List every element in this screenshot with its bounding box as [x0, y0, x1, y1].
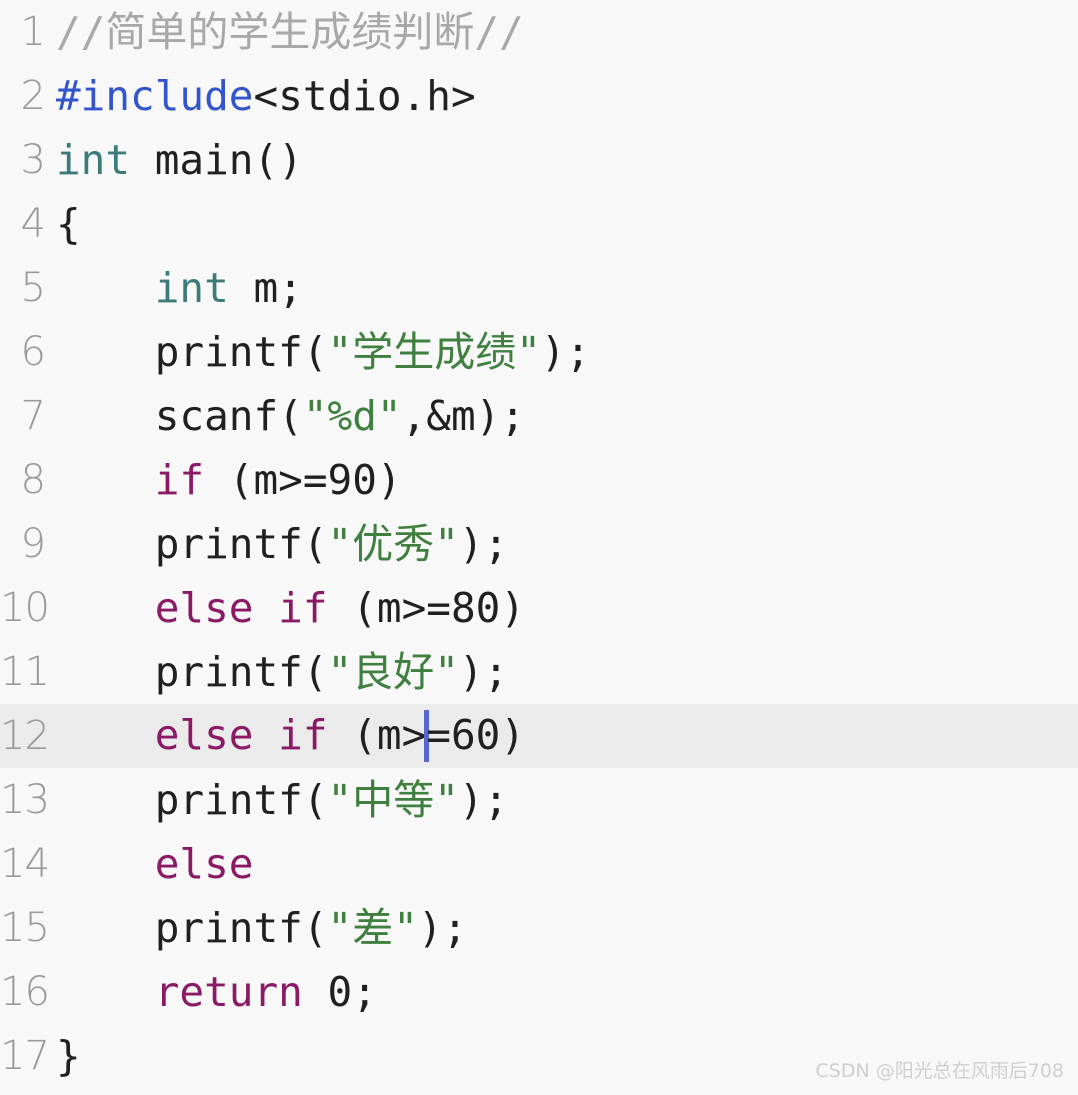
- line-number: 4: [20, 201, 46, 247]
- token-str: "差": [327, 903, 418, 952]
- token-comment: //简单的学生成绩判断//: [56, 7, 524, 56]
- token-str: "学生成绩": [327, 327, 541, 376]
- line-number: 17: [0, 1033, 50, 1079]
- token-plain: printf(: [56, 775, 328, 824]
- code-line-list: 1//简单的学生成绩判断//2 #include<stdio.h> 3 int mai…: [0, 0, 1078, 1088]
- code-line[interactable]: 1//简单的学生成绩判断//: [0, 0, 1078, 64]
- line-content[interactable]: if (m>=90): [48, 459, 1078, 501]
- line-number: 11: [0, 649, 50, 695]
- token-plain: printf(: [56, 519, 328, 568]
- line-content[interactable]: return 0;: [48, 971, 1078, 1013]
- token-kw: else if: [154, 583, 328, 632]
- line-number: 1: [20, 9, 46, 55]
- token-plain: m;: [228, 263, 303, 312]
- token-plain: main(): [130, 135, 303, 184]
- line-number: 12: [0, 713, 50, 759]
- token-str: "%d": [302, 391, 402, 440]
- code-line[interactable]: 4{: [0, 192, 1078, 256]
- line-number: 6: [20, 329, 46, 375]
- line-number: 14: [0, 841, 50, 887]
- token-plain: 0;: [302, 967, 377, 1016]
- token-plain: (m>=80): [327, 583, 526, 632]
- code-line[interactable]: 3 int main(): [0, 128, 1078, 192]
- token-plain: );: [417, 903, 468, 952]
- token-plain: ,&m);: [401, 391, 526, 440]
- token-pre: #include: [56, 71, 254, 120]
- code-line[interactable]: 10 else if (m>=80): [0, 576, 1078, 640]
- token-plain: <stdio.h>: [253, 71, 476, 120]
- code-line[interactable]: 6 printf("学生成绩");: [0, 320, 1078, 384]
- line-number: 3: [20, 137, 46, 183]
- code-line[interactable]: 13 printf("中等");: [0, 768, 1078, 832]
- line-content[interactable]: else: [48, 843, 1078, 885]
- line-number: 2: [20, 73, 46, 119]
- token-plain: );: [458, 775, 509, 824]
- token-plain: );: [458, 647, 509, 696]
- token-plain: printf(: [56, 903, 328, 952]
- code-line[interactable]: 2 #include<stdio.h>: [0, 64, 1078, 128]
- line-content[interactable]: printf("差");: [48, 907, 1078, 949]
- token-kw: else if: [154, 711, 328, 759]
- code-line-active[interactable]: 12 else if (m>=60): [0, 704, 1078, 768]
- line-content[interactable]: else if (m>=80): [48, 587, 1078, 629]
- token-plain: );: [458, 519, 509, 568]
- line-content[interactable]: {: [48, 203, 1078, 245]
- token-plain: printf(: [56, 647, 328, 696]
- line-number: 16: [0, 969, 50, 1015]
- code-line[interactable]: 8 if (m>=90): [0, 448, 1078, 512]
- token-kw: else: [154, 839, 254, 888]
- token-plain: (m>=90): [204, 455, 402, 504]
- token-plain: scanf(: [56, 391, 303, 440]
- token-plain: =60): [426, 711, 526, 759]
- code-editor[interactable]: 1//简单的学生成绩判断//2 #include<stdio.h> 3 int mai…: [0, 0, 1078, 1095]
- token-plain: );: [540, 327, 591, 376]
- line-content[interactable]: //简单的学生成绩判断//: [48, 11, 1078, 53]
- line-content[interactable]: printf("学生成绩");: [48, 331, 1078, 373]
- token-kw: return: [154, 967, 303, 1016]
- line-content[interactable]: printf("良好");: [48, 651, 1078, 693]
- code-line[interactable]: 5 int m;: [0, 256, 1078, 320]
- code-line[interactable]: 15 printf("差");: [0, 896, 1078, 960]
- token-plain: (m>: [327, 711, 427, 759]
- line-content[interactable]: printf("优秀");: [48, 523, 1078, 565]
- line-content[interactable]: int main(): [48, 139, 1078, 181]
- code-line[interactable]: 9 printf("优秀");: [0, 512, 1078, 576]
- line-content[interactable]: else if (m>=60): [48, 710, 1078, 762]
- line-number: 15: [0, 905, 50, 951]
- code-line[interactable]: 7 scanf("%d",&m);: [0, 384, 1078, 448]
- token-str: "中等": [327, 775, 459, 824]
- csdn-watermark: CSDN @阳光总在风雨后708: [815, 1060, 1064, 1082]
- code-line[interactable]: 16 return 0;: [0, 960, 1078, 1024]
- line-content[interactable]: #include<stdio.h>: [48, 75, 1078, 117]
- code-line[interactable]: 14 else: [0, 832, 1078, 896]
- line-content[interactable]: printf("中等");: [48, 779, 1078, 821]
- line-number: 8: [20, 457, 46, 503]
- token-plain: }: [56, 1031, 81, 1080]
- token-type: int: [56, 135, 131, 184]
- code-line[interactable]: 11 printf("良好");: [0, 640, 1078, 704]
- line-number: 5: [20, 265, 46, 311]
- line-number: 10: [0, 585, 50, 631]
- line-number: 7: [20, 393, 46, 439]
- line-number: 13: [0, 777, 50, 823]
- line-content[interactable]: scanf("%d",&m);: [48, 395, 1078, 437]
- line-number: 9: [20, 521, 46, 567]
- token-str: "优秀": [327, 519, 459, 568]
- token-type: int: [154, 263, 229, 312]
- token-str: "良好": [327, 647, 459, 696]
- token-plain: printf(: [56, 327, 328, 376]
- token-plain: {: [56, 199, 81, 248]
- token-kw: if: [154, 455, 205, 504]
- line-content[interactable]: int m;: [48, 267, 1078, 309]
